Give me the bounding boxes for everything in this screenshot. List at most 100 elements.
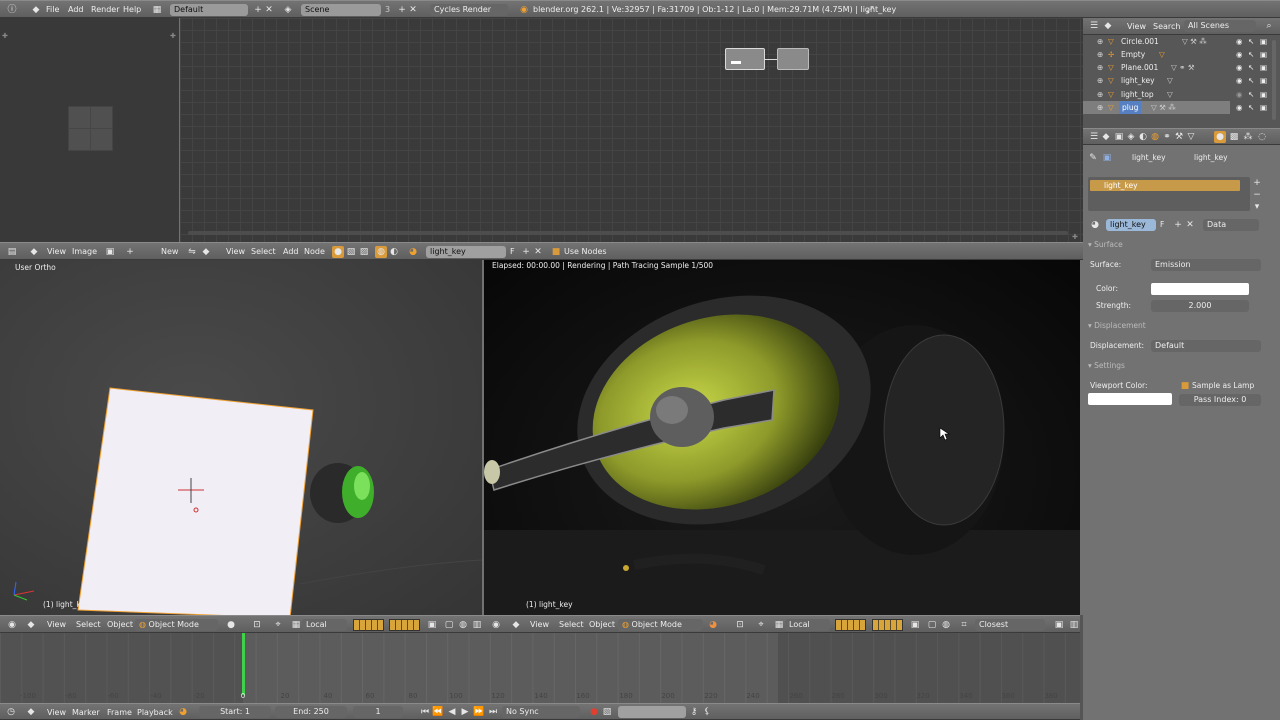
surface-panel-header[interactable]: ▾ Surface: [1088, 239, 1123, 251]
select-cursor-icon[interactable]: ↖: [1248, 88, 1254, 101]
rendered-shading-icon[interactable]: ◕: [707, 619, 719, 631]
remove-material-icon[interactable]: ✕: [532, 246, 544, 258]
outliner-item-name[interactable]: Plane.001: [1121, 61, 1158, 74]
delete-screen-icon[interactable]: ✕: [263, 4, 275, 16]
scene-tab-icon[interactable]: ◈: [1125, 131, 1137, 143]
physics-tab-icon[interactable]: ◌: [1256, 131, 1268, 143]
new-image-button[interactable]: New: [161, 243, 178, 259]
displacement-panel-header[interactable]: ▾ Displacement: [1088, 320, 1146, 332]
render-camera-icon[interactable]: ▣: [1260, 61, 1267, 74]
layer-buttons-b[interactable]: [389, 619, 420, 631]
material-link-dropdown[interactable]: Data: [1203, 219, 1259, 231]
sync-mode-dropdown[interactable]: No Sync: [502, 706, 580, 718]
render-preview-icon[interactable]: ▢: [443, 619, 455, 631]
node-editor-area[interactable]: ✚: [180, 18, 1083, 242]
expand-icon[interactable]: ⊕: [1097, 35, 1103, 48]
material-slot-list[interactable]: light_key: [1088, 177, 1250, 211]
sample-as-lamp-label[interactable]: Sample as Lamp: [1192, 380, 1254, 392]
node-editor-type-icon[interactable]: ⇋: [186, 246, 198, 258]
delete-keyframe-icon[interactable]: ⚸: [701, 706, 713, 718]
strength-field[interactable]: 2.000: [1151, 300, 1249, 312]
fake-user-toggle[interactable]: F: [1160, 219, 1164, 231]
object-tab-icon[interactable]: ◍: [1149, 131, 1161, 143]
preview-range-icon[interactable]: ◕: [177, 706, 189, 718]
fullscreen-icon[interactable]: ⤢: [864, 4, 876, 16]
outliner-item-name[interactable]: plug: [1119, 101, 1142, 114]
menu-collapse-icon[interactable]: ◆: [28, 246, 40, 258]
outliner-menu-view[interactable]: View: [1127, 18, 1146, 34]
menu-help[interactable]: Help: [123, 1, 141, 17]
end-frame-field[interactable]: End: 250: [275, 706, 347, 718]
material-datablock-field[interactable]: light_key: [1106, 219, 1156, 231]
world-shader-icon[interactable]: ◐: [388, 246, 400, 258]
visibility-eye-icon[interactable]: ◉: [1236, 35, 1243, 48]
opengl-render-icon[interactable]: ◍: [457, 619, 469, 631]
mode-dropdown[interactable]: ◍ Object Mode: [618, 619, 703, 631]
menu-view[interactable]: View: [47, 704, 66, 719]
shader-nodes-icon[interactable]: ●: [332, 246, 344, 258]
select-cursor-icon[interactable]: ↖: [1248, 101, 1254, 114]
opengl-render-icon[interactable]: ◍: [940, 619, 952, 631]
transform-orientation-dropdown[interactable]: Local: [785, 619, 830, 631]
outliner-item-name[interactable]: Empty: [1121, 48, 1145, 61]
image-editor-type-icon[interactable]: ▤: [6, 246, 18, 258]
outliner-row-empty[interactable]: ⊕ ✢ Empty ▽ ◉ ↖ ▣: [1087, 48, 1270, 61]
outliner-item-name[interactable]: light_key: [1121, 74, 1155, 87]
menu-object[interactable]: Object: [107, 616, 133, 632]
particles-tab-icon[interactable]: ⁂: [1242, 131, 1254, 143]
mode-dropdown[interactable]: ◍ Object Mode: [135, 619, 218, 631]
data-tab-icon[interactable]: ▽: [1185, 131, 1197, 143]
proportional-edit-icon[interactable]: ▣: [1053, 619, 1065, 631]
timeline-type-icon[interactable]: ◷: [5, 706, 17, 718]
new-image-plus-icon[interactable]: +: [124, 246, 136, 258]
menu-view[interactable]: View: [226, 243, 245, 259]
current-frame-field[interactable]: 1: [353, 706, 403, 718]
viewport-type-icon[interactable]: ◉: [490, 619, 502, 631]
menu-object[interactable]: Object: [589, 616, 615, 632]
render-camera-icon[interactable]: ▣: [1260, 88, 1267, 101]
visibility-eye-icon[interactable]: ◉: [1236, 48, 1243, 61]
menu-file[interactable]: File: [46, 1, 59, 17]
fake-user-toggle[interactable]: F: [510, 243, 515, 259]
add-slot-icon[interactable]: +: [1251, 177, 1263, 189]
slot-menu-icon[interactable]: ▾: [1251, 201, 1263, 213]
layer-buttons-b[interactable]: [872, 619, 903, 631]
jump-keyframe-back-icon[interactable]: ⏪: [432, 706, 444, 718]
outliner-menu-search[interactable]: Search: [1153, 18, 1180, 34]
viewport-right[interactable]: Elapsed: 00:00.00 | Rendering | Path Tra…: [484, 260, 1080, 615]
outliner-item-name[interactable]: light_top: [1121, 88, 1154, 101]
play-reverse-icon[interactable]: ◀: [446, 706, 458, 718]
menu-view[interactable]: View: [530, 616, 549, 632]
menu-collapse-icon[interactable]: ◆: [510, 619, 522, 631]
render-engine-dropdown[interactable]: Cycles Render: [430, 4, 508, 16]
expand-icon[interactable]: ⊕: [1097, 101, 1103, 114]
outliner-row-plane[interactable]: ⊕ ▽ Plane.001 ▽ ⚭ ⚒ ◉ ↖ ▣: [1087, 61, 1270, 74]
jump-keyframe-forward-icon[interactable]: ⏩: [473, 706, 485, 718]
object-shader-icon[interactable]: ◍: [375, 246, 387, 258]
outliner-scrollbar[interactable]: [1272, 40, 1276, 120]
remove-slot-icon[interactable]: −: [1251, 189, 1263, 201]
snap-element-icon[interactable]: ⌗: [958, 619, 970, 631]
menu-select[interactable]: Select: [559, 616, 584, 632]
visibility-eye-icon[interactable]: ◉: [1236, 74, 1243, 87]
jump-end-icon[interactable]: ⏭: [487, 706, 499, 718]
visibility-eye-icon[interactable]: ◉: [1236, 101, 1243, 114]
area-corner-icon[interactable]: ✚: [1072, 233, 1078, 241]
area-corner-icon[interactable]: ✚: [2, 32, 8, 40]
transform-orientation-dropdown[interactable]: Local: [302, 619, 347, 631]
outliner-row-light-top[interactable]: ⊕ ▽ light_top ▽ ◉ ↖ ▣: [1087, 88, 1270, 101]
expand-icon[interactable]: ⊕: [1097, 88, 1103, 101]
use-nodes-checkbox-icon[interactable]: ■: [550, 246, 562, 258]
menu-frame[interactable]: Frame: [107, 704, 132, 719]
select-cursor-icon[interactable]: ↖: [1248, 61, 1254, 74]
outliner-item-name[interactable]: Circle.001: [1121, 35, 1159, 48]
color-swatch[interactable]: [1151, 283, 1249, 295]
add-material-icon[interactable]: +: [520, 246, 532, 258]
render-preview-icon[interactable]: ▢: [926, 619, 938, 631]
area-corner-icon-right[interactable]: ✚: [170, 32, 176, 40]
render-camera-icon[interactable]: ▣: [1260, 35, 1267, 48]
use-nodes-label[interactable]: Use Nodes: [564, 243, 607, 259]
breadcrumb-object[interactable]: light_key: [1132, 152, 1166, 164]
breadcrumb-material[interactable]: light_key: [1194, 152, 1228, 164]
menu-add[interactable]: Add: [283, 243, 299, 259]
